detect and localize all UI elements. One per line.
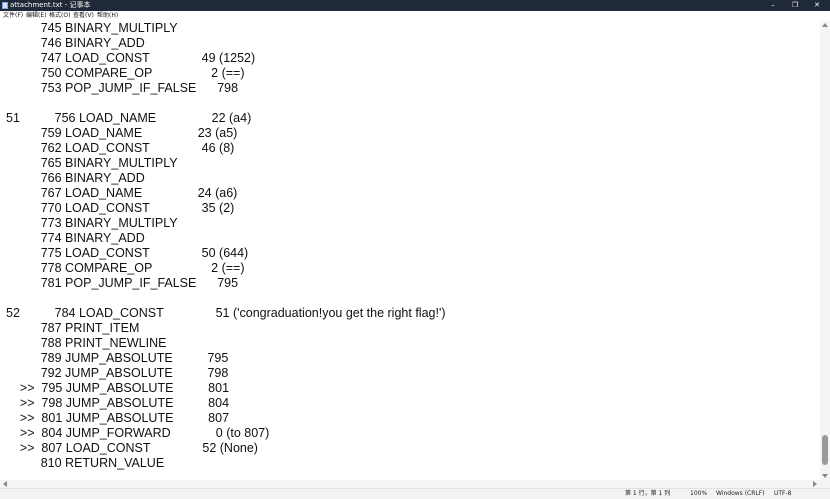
text-line: >> 798 JUMP_ABSOLUTE 804 [6, 396, 230, 410]
text-line: 789 JUMP_ABSOLUTE 795 [6, 351, 229, 365]
text-line: 781 POP_JUMP_IF_FALSE 795 [6, 276, 239, 290]
cursor-position: 第 1 行，第 1 列 [625, 490, 671, 497]
scroll-up-icon[interactable] [822, 23, 828, 27]
text-line: 762 LOAD_CONST 46 (8) [6, 141, 235, 155]
horizontal-scrollbar[interactable] [0, 480, 820, 488]
scroll-right-icon[interactable] [813, 481, 817, 487]
window-title: attachment.txt - 记事本 [10, 1, 91, 9]
text-line: >> 801 JUMP_ABSOLUTE 807 [6, 411, 230, 425]
menu-bar: 文件(F) 编辑(E) 格式(O) 查看(V) 帮助(H) [0, 11, 830, 21]
text-line: 747 LOAD_CONST 49 (1252) [6, 51, 256, 65]
text-line: 753 POP_JUMP_IF_FALSE 798 [6, 81, 239, 95]
vertical-scrollbar[interactable] [820, 21, 830, 480]
notepad-icon [2, 2, 8, 9]
menu-format[interactable]: 格式(O) [48, 11, 71, 21]
text-line: 787 PRINT_ITEM [6, 321, 140, 335]
text-line: 773 BINARY_MULTIPLY [6, 216, 178, 230]
title-bar: attachment.txt - 记事本 – ❐ ✕ [0, 0, 830, 11]
text-line: 775 LOAD_CONST 50 (644) [6, 246, 249, 260]
text-line: 52 784 LOAD_CONST 51 ('congraduation!you… [6, 306, 446, 320]
text-line: >> 807 LOAD_CONST 52 (None) [6, 441, 258, 455]
zoom-level: 100% [690, 490, 708, 497]
text-line: 759 LOAD_NAME 23 (a5) [6, 126, 238, 140]
status-bar: 第 1 行，第 1 列 100% Windows (CRLF) UTF-8 [0, 488, 830, 499]
text-line: 774 BINARY_ADD [6, 231, 145, 245]
text-line: >> 795 JUMP_ABSOLUTE 801 [6, 381, 230, 395]
menu-file[interactable]: 文件(F) [2, 11, 24, 21]
menu-help[interactable]: 帮助(H) [96, 11, 119, 21]
maximize-button[interactable]: ❐ [784, 0, 806, 11]
scroll-left-icon[interactable] [3, 481, 7, 487]
text-line: 778 COMPARE_OP 2 (==) [6, 261, 245, 275]
text-line: 792 JUMP_ABSOLUTE 798 [6, 366, 229, 380]
close-button[interactable]: ✕ [806, 0, 828, 11]
text-line: 770 LOAD_CONST 35 (2) [6, 201, 235, 215]
text-line: 766 BINARY_ADD [6, 171, 145, 185]
text-line: 810 RETURN_VALUE [6, 456, 165, 470]
scrollbar-corner [820, 480, 830, 488]
text-editor[interactable]: 745 BINARY_MULTIPLY 746 BINARY_ADD 747 L… [0, 21, 820, 480]
text-line: 788 PRINT_NEWLINE [6, 336, 167, 350]
vertical-scroll-thumb[interactable] [822, 435, 828, 465]
menu-edit[interactable]: 编辑(E) [25, 11, 47, 21]
text-line: 750 COMPARE_OP 2 (==) [6, 66, 245, 80]
text-line: 746 BINARY_ADD [6, 36, 145, 50]
menu-view[interactable]: 查看(V) [72, 11, 95, 21]
scroll-down-icon[interactable] [822, 474, 828, 478]
minimize-button[interactable]: – [762, 0, 784, 11]
encoding: UTF-8 [774, 490, 792, 497]
line-ending: Windows (CRLF) [716, 490, 765, 497]
text-line: 767 LOAD_NAME 24 (a6) [6, 186, 238, 200]
text-line: 765 BINARY_MULTIPLY [6, 156, 178, 170]
text-line: 745 BINARY_MULTIPLY [6, 21, 178, 35]
text-line: 51 756 LOAD_NAME 22 (a4) [6, 111, 252, 125]
text-line: >> 804 JUMP_FORWARD 0 (to 807) [6, 426, 270, 440]
